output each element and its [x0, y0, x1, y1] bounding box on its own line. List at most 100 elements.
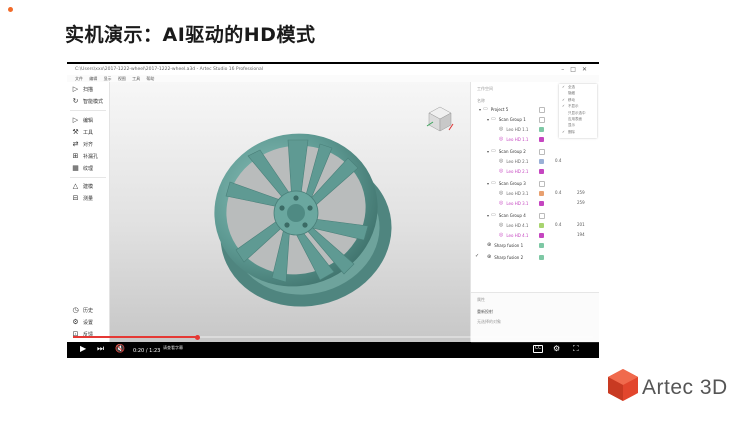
- sidebar-item-measure[interactable]: ⊟ 测量: [71, 194, 93, 202]
- hd-scan-icon: ◎: [499, 136, 504, 142]
- settings-gear-icon[interactable]: ⚙: [553, 344, 560, 354]
- checkmark-icon: ✓: [475, 253, 480, 259]
- scan-icon: ◎: [499, 158, 504, 164]
- error-value: 0.4: [555, 158, 562, 163]
- fullscreen-icon[interactable]: ⛶: [573, 344, 579, 354]
- accent-dot: [8, 7, 13, 12]
- sidebar-item-edit[interactable]: ▷ 编辑: [71, 116, 93, 124]
- frame-count: 194: [577, 232, 585, 237]
- tree-item-scan[interactable]: ◎ Leo HD 4.1: [499, 222, 528, 228]
- color-swatch[interactable]: [539, 223, 544, 228]
- tree-item-scan[interactable]: ◎ Leo HD 1.1: [499, 126, 528, 132]
- folder-icon: ▭: [491, 212, 496, 218]
- menu-item-edit[interactable]: 编辑: [89, 76, 97, 81]
- tree-item-fusion[interactable]: ⊛ Sharp fusion 2: [487, 254, 523, 260]
- sidebar-item-scan[interactable]: ▷ 扫描: [71, 85, 93, 93]
- fusion-icon: ⊛: [487, 242, 492, 248]
- slide-title: 实机演示：AI驱动的HD模式: [65, 24, 316, 46]
- sidebar-item-tools[interactable]: ⚒ 工具: [71, 128, 93, 136]
- video-player[interactable]: C:\Users\xxx\2017-1222-wheel\2017-1222-w…: [67, 62, 599, 358]
- color-swatch[interactable]: [539, 159, 544, 164]
- folder-icon: ▭: [491, 148, 496, 154]
- menu-item-tools[interactable]: 工具: [132, 76, 140, 81]
- frame-count: 201: [577, 222, 585, 227]
- sidebar-item-smart-mode[interactable]: ↻ 智能模式: [71, 97, 103, 105]
- tree-item-hd[interactable]: ◎ Leo HD 3.1: [499, 200, 528, 206]
- sidebar-item-align[interactable]: ⇄ 对齐: [71, 140, 93, 148]
- tree-item-project[interactable]: ▾ ▭ Project 5: [479, 106, 508, 112]
- folder-icon: ▭: [491, 180, 496, 186]
- color-swatch[interactable]: [539, 127, 544, 132]
- fill-holes-icon: ⊞: [72, 152, 79, 160]
- smart-mode-icon: ↻: [72, 97, 79, 105]
- texture-icon: ▦: [72, 164, 79, 172]
- tree-item-group[interactable]: ▾ ▭ Scan Group 2: [487, 148, 526, 154]
- color-swatch[interactable]: [539, 233, 544, 238]
- artec-studio-window: C:\Users\xxx\2017-1222-wheel\2017-1222-w…: [67, 64, 599, 343]
- color-swatch[interactable]: [539, 243, 544, 248]
- visibility-toggle[interactable]: [539, 181, 545, 187]
- context-menu: ✓ 全选 隐藏 ✓ 移动 ✓ 不显示 只显示选中 应用表面 显示 ✓ 删除: [559, 84, 597, 138]
- sidebar-item-texture[interactable]: ▦ 纹理: [71, 164, 93, 172]
- sidebar-item-fill-holes[interactable]: ⊞ 补漏孔: [71, 152, 98, 160]
- close-icon[interactable]: ✕: [582, 66, 593, 73]
- visibility-toggle[interactable]: [539, 107, 545, 113]
- menu-item-file[interactable]: 文件: [75, 76, 83, 81]
- tree-item-group[interactable]: ▾ ▭ Scan Group 1: [487, 116, 526, 122]
- context-menu-item[interactable]: ✓ 删除: [559, 129, 597, 135]
- tree-item-scan[interactable]: ◎ Leo HD 2.1: [499, 158, 528, 164]
- frame-count: 259: [577, 190, 585, 195]
- workspace-panel: 工作空间 名称 ▾ ▭ Project 5 ▾ ▭ Scan Group 1 ◎ Leo …: [470, 82, 599, 343]
- mute-button[interactable]: 🔇: [115, 344, 125, 354]
- sidebar-item-settings[interactable]: ⚙ 设置: [71, 318, 93, 326]
- cc-button[interactable]: CC: [533, 345, 544, 353]
- color-swatch[interactable]: [539, 191, 544, 196]
- play-button[interactable]: ▶: [80, 344, 86, 354]
- 3d-viewport[interactable]: [110, 82, 470, 342]
- progress-bar[interactable]: [73, 334, 593, 340]
- properties-line: 无选择的对象: [477, 319, 501, 324]
- next-button[interactable]: ⏭: [97, 344, 104, 354]
- tree-item-hd[interactable]: ◎ Leo HD 1.1: [499, 136, 528, 142]
- fusion-icon: ⊛: [487, 254, 492, 260]
- color-swatch[interactable]: [539, 255, 544, 260]
- captions-hint: 请查看字幕: [163, 345, 183, 350]
- artec-logo-icon: [608, 369, 638, 401]
- window-controls[interactable]: –□✕: [561, 64, 593, 75]
- tree-item-group[interactable]: ▾ ▭ Scan Group 4: [487, 212, 526, 218]
- sidebar-item-history[interactable]: ◷ 历史: [71, 306, 93, 314]
- time-display: 0:20 / 1:23: [133, 348, 161, 354]
- menu-item-display[interactable]: 显示: [104, 76, 112, 81]
- workspace-header: 工作空间: [477, 86, 493, 91]
- hd-scan-icon: ◎: [499, 200, 504, 206]
- tree-item-group[interactable]: ▾ ▭ Scan Group 3: [487, 180, 526, 186]
- sidebar-item-model[interactable]: △ 建模: [71, 182, 93, 190]
- color-swatch[interactable]: [539, 169, 544, 174]
- tree-item-fusion[interactable]: ⊛ Sharp fusion 1: [487, 242, 523, 248]
- progress-scrubber[interactable]: [195, 334, 201, 340]
- visibility-toggle[interactable]: [539, 117, 545, 123]
- history-icon: ◷: [72, 306, 79, 314]
- maximize-icon[interactable]: □: [570, 66, 582, 73]
- settings-icon: ⚙: [72, 318, 79, 326]
- visibility-toggle[interactable]: [539, 213, 545, 219]
- menu-item-view[interactable]: 视图: [118, 76, 126, 81]
- tree-item-hd[interactable]: ◎ Leo HD 4.1: [499, 232, 528, 238]
- view-cube[interactable]: [425, 104, 455, 134]
- wheel-model[interactable]: [208, 122, 398, 312]
- visibility-toggle[interactable]: [539, 149, 545, 155]
- left-tool-panel: ▷ 扫描 ↻ 智能模式 ▷ 编辑 ⚒ 工具 ⇄ 对齐 ⊞ 补漏孔 ▦ 纹理 △ 建模 ⊟ 测量 ◷…: [67, 82, 110, 342]
- scan-icon: ◎: [499, 126, 504, 132]
- edit-icon: ▷: [72, 116, 79, 124]
- tree-item-hd[interactable]: ◎ Leo HD 2.1: [499, 168, 528, 174]
- color-swatch[interactable]: [539, 137, 544, 142]
- workspace-column-name: 名称: [477, 98, 485, 103]
- tools-icon: ⚒: [72, 128, 79, 136]
- hd-scan-icon: ◎: [499, 168, 504, 174]
- error-value: 0.4: [555, 222, 562, 227]
- tree-item-scan[interactable]: ◎ Leo HD 3.1: [499, 190, 528, 196]
- scan-icon: ◎: [499, 190, 504, 196]
- minimize-icon[interactable]: –: [561, 66, 570, 73]
- color-swatch[interactable]: [539, 201, 544, 206]
- menu-item-help[interactable]: 帮助: [146, 76, 154, 81]
